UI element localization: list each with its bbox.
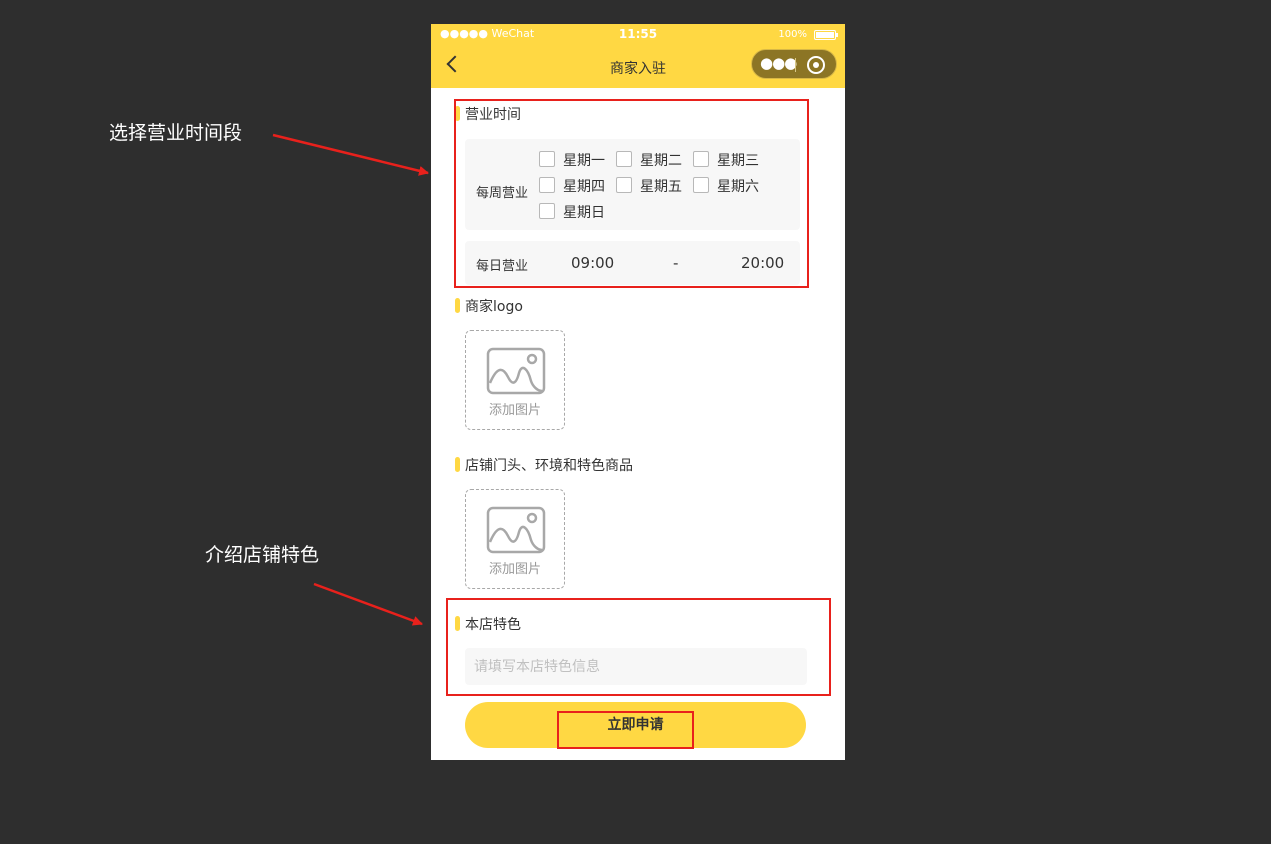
logo-section-title: 商家logo bbox=[455, 296, 523, 316]
highlight-business-hours bbox=[454, 99, 809, 288]
nav-bar: 商家入驻 ●●● bbox=[431, 44, 845, 88]
highlight-submit bbox=[557, 711, 694, 749]
arrow-to-hours bbox=[272, 133, 429, 176]
capsule-divider bbox=[795, 58, 796, 72]
upload-label: 添加图片 bbox=[488, 562, 541, 577]
arrow-to-features bbox=[313, 582, 423, 626]
battery-icon bbox=[814, 30, 838, 40]
store-photos-title: 店铺门头、环境和特色商品 bbox=[455, 455, 633, 475]
upload-label: 添加图片 bbox=[488, 403, 541, 418]
highlight-features bbox=[446, 598, 831, 696]
miniprogram-capsule: ●●● bbox=[751, 49, 837, 79]
status-bar: ●●●●● WeChat 11:55 100% bbox=[431, 24, 845, 44]
close-miniprogram-icon[interactable] bbox=[807, 56, 825, 74]
more-menu-icon[interactable]: ●●● bbox=[760, 54, 797, 72]
image-placeholder-icon bbox=[486, 347, 546, 395]
logo-upload[interactable]: 添加图片 bbox=[465, 330, 565, 430]
battery-percent: 100% bbox=[778, 29, 807, 40]
image-placeholder-icon bbox=[486, 506, 546, 554]
store-photos-upload[interactable]: 添加图片 bbox=[465, 489, 565, 589]
